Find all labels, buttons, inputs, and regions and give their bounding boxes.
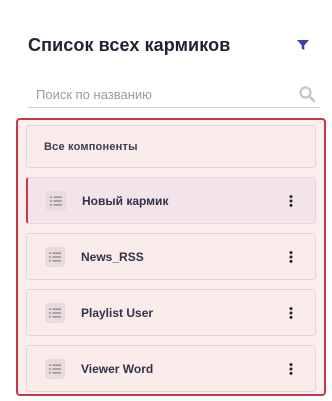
list-item[interactable]: Playlist User	[26, 289, 316, 336]
filter-icon	[297, 40, 309, 50]
search-field	[28, 82, 320, 108]
list-item[interactable]: News_RSS	[26, 233, 316, 280]
more-vertical-icon[interactable]	[281, 357, 301, 381]
search-icon[interactable]	[298, 85, 316, 103]
list-item-label: News_RSS	[81, 249, 144, 264]
drag-handle-icon[interactable]	[46, 190, 66, 211]
filter-button[interactable]	[294, 36, 312, 54]
all-components-item[interactable]: Все компоненты	[26, 125, 316, 168]
search-input[interactable]	[28, 82, 320, 106]
more-vertical-icon[interactable]	[281, 189, 301, 213]
all-components-label: Все компоненты	[44, 140, 138, 153]
karmik-list: Все компоненты Новый кармик News_RSS Pla…	[16, 118, 326, 396]
page-title: Список всех кармиков	[28, 34, 231, 55]
list-item[interactable]: Viewer Word	[26, 345, 316, 392]
karmik-list-panel: Список всех кармиков Все компоненты	[0, 0, 332, 401]
panel-header: Список всех кармиков	[28, 34, 312, 56]
list-item-label: Viewer Word	[81, 361, 154, 376]
list-item[interactable]: Новый кармик	[26, 177, 316, 224]
drag-handle-icon[interactable]	[45, 358, 65, 379]
drag-handle-icon[interactable]	[45, 246, 65, 267]
more-vertical-icon[interactable]	[281, 245, 301, 269]
list-item-label: Новый кармик	[82, 193, 169, 208]
more-vertical-icon[interactable]	[281, 301, 301, 325]
drag-handle-icon[interactable]	[45, 302, 65, 323]
list-item-label: Playlist User	[81, 305, 154, 320]
